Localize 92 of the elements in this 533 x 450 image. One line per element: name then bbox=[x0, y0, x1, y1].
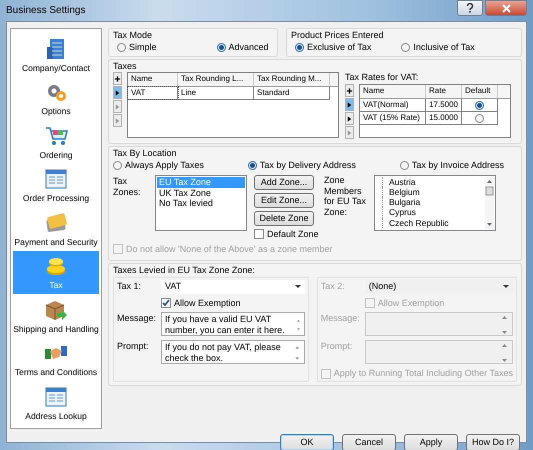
table-cell: 17.5000 bbox=[426, 99, 462, 112]
caret-icon bbox=[294, 285, 301, 288]
default-radio[interactable] bbox=[475, 100, 484, 110]
prompt-field[interactable]: If you do not pay VAT, please check the box. bbox=[161, 340, 305, 364]
add-row-button[interactable] bbox=[113, 72, 122, 86]
group-title: Taxes Levied in EU Tax Zone Zone: bbox=[113, 264, 256, 276]
sidebar-item[interactable]: Address Lookup bbox=[13, 381, 99, 424]
form-icon bbox=[44, 384, 68, 409]
row-marker[interactable] bbox=[345, 98, 354, 112]
field-label: Prompt: bbox=[320, 340, 354, 352]
sidebar-item[interactable]: Ordering bbox=[13, 120, 99, 164]
row-marker[interactable] bbox=[113, 114, 122, 128]
group-title: Product Prices Entered bbox=[291, 30, 385, 41]
dialog-button[interactable]: OK bbox=[280, 434, 334, 450]
scrollbar bbox=[500, 314, 509, 336]
dialog-button[interactable]: Apply bbox=[404, 434, 458, 450]
window-title: Business Settings bbox=[6, 4, 86, 16]
radio-circle[interactable] bbox=[117, 42, 126, 52]
radio-button[interactable]: Always Apply Taxes bbox=[113, 160, 204, 171]
member-list[interactable]: Austria Belgium Bulgaria Cyprus Czech Republic bbox=[374, 174, 496, 231]
list-item[interactable]: No Tax levied bbox=[157, 198, 245, 210]
table-cell: 15.0000 bbox=[426, 112, 462, 124]
sidebar-item[interactable]: Payment and Security bbox=[13, 207, 99, 250]
sidebar-item[interactable]: Order Processing bbox=[13, 164, 99, 207]
check-icon bbox=[162, 298, 170, 307]
radio-button[interactable]: Advanced bbox=[216, 42, 269, 53]
radio-button[interactable]: Tax by Invoice Address bbox=[400, 160, 504, 171]
sidebar-item[interactable]: Shipping and Handling bbox=[13, 294, 99, 338]
table-cell: VAT bbox=[128, 87, 178, 100]
scrollbar bbox=[485, 176, 494, 229]
default-radio[interactable] bbox=[475, 114, 484, 123]
radio-button[interactable]: Simple bbox=[117, 42, 157, 53]
zone-list[interactable]: EU Tax Zone UK Tax Zone No Tax levied bbox=[155, 174, 247, 231]
row-marker[interactable] bbox=[345, 112, 354, 126]
zone-button[interactable]: Delete Zone bbox=[254, 210, 314, 226]
field-label: Tax 2: bbox=[320, 280, 346, 292]
row-marker[interactable] bbox=[113, 86, 122, 100]
radio-circle[interactable] bbox=[401, 42, 410, 52]
field-label: Prompt: bbox=[117, 340, 150, 352]
zone-button[interactable]: Edit Zone... bbox=[254, 192, 314, 208]
plus-icon bbox=[114, 74, 121, 83]
radio-button[interactable]: Inclusive of Tax bbox=[401, 42, 475, 53]
section-label: Tax Rates for VAT: bbox=[345, 72, 420, 84]
help-button[interactable] bbox=[457, 0, 483, 16]
column-header[interactable]: Name bbox=[360, 85, 426, 98]
sidebar-item[interactable]: Terms and Conditions bbox=[13, 338, 99, 381]
form-icon bbox=[44, 167, 68, 192]
scrollbar bbox=[500, 342, 509, 364]
radio-circle[interactable] bbox=[113, 160, 122, 170]
help-icon bbox=[466, 3, 474, 13]
field-label: Message: bbox=[320, 312, 361, 324]
radio-circle[interactable] bbox=[216, 42, 226, 52]
group-title: Tax Mode bbox=[113, 30, 154, 41]
column-header[interactable]: Name bbox=[128, 73, 178, 86]
column-header[interactable]: Tax Rounding L... bbox=[178, 73, 254, 86]
group-title: Taxes bbox=[113, 60, 138, 72]
column-header[interactable]: Default bbox=[462, 85, 498, 98]
row-marker[interactable] bbox=[113, 100, 122, 114]
dialog-button[interactable]: Cancel bbox=[342, 434, 396, 450]
sidebar-item[interactable]: Company/Contact bbox=[13, 33, 99, 76]
field-label: Zone Members for EU Tax Zone: bbox=[324, 174, 366, 220]
radio-circle[interactable] bbox=[248, 160, 257, 170]
card-icon bbox=[44, 210, 68, 235]
radio-circle[interactable] bbox=[295, 42, 304, 52]
table-cell: Standard bbox=[254, 87, 330, 100]
dialog-button[interactable]: How Do I? bbox=[466, 434, 520, 450]
radio-circle[interactable] bbox=[400, 160, 409, 170]
column-header[interactable]: Tax Rounding M... bbox=[254, 73, 330, 86]
add-row-button[interactable] bbox=[345, 84, 354, 98]
field-label: Tax Zones: bbox=[113, 174, 142, 199]
column-header[interactable]: Rate bbox=[426, 85, 462, 98]
radio-button[interactable]: Tax by Delivery Address bbox=[248, 160, 356, 171]
caret-icon bbox=[503, 285, 509, 288]
field-label: Tax 1: bbox=[117, 280, 142, 292]
prompt-field[interactable] bbox=[364, 340, 513, 364]
row-marker[interactable] bbox=[345, 126, 354, 140]
plus-icon bbox=[346, 86, 353, 95]
message-field[interactable] bbox=[364, 312, 513, 336]
message-field[interactable]: If you have a valid EU VAT number, you can enter it here. bbox=[161, 312, 305, 336]
list-item[interactable]: UK Tax Zone bbox=[157, 188, 245, 198]
radio-button[interactable]: Exclusive of Tax bbox=[295, 42, 372, 53]
close-button[interactable] bbox=[485, 0, 527, 16]
tax-dropdown[interactable]: VAT bbox=[161, 280, 305, 294]
close-icon bbox=[502, 4, 510, 12]
zone-button[interactable]: Add Zone... bbox=[254, 174, 314, 190]
field-label: Message: bbox=[117, 312, 158, 324]
checkbox[interactable]: Allow Exemption bbox=[161, 298, 305, 308]
table-cell: Line bbox=[178, 87, 254, 100]
group-title: Tax By Location bbox=[113, 148, 178, 159]
sidebar-item[interactable]: Options bbox=[13, 76, 99, 120]
table-cell: VAT (15% Rate) bbox=[360, 112, 426, 124]
table-cell: VAT(Normal) bbox=[360, 99, 426, 112]
